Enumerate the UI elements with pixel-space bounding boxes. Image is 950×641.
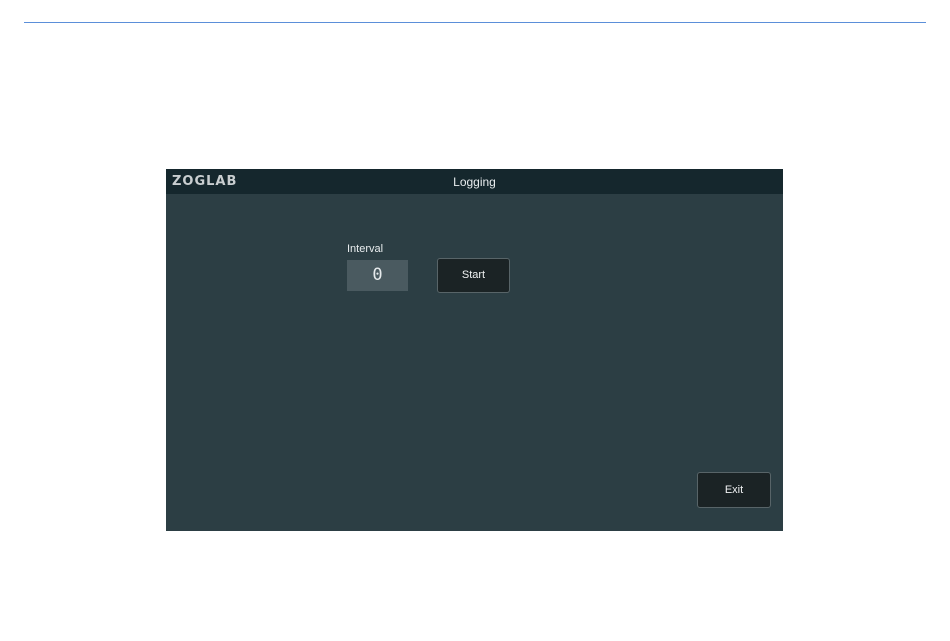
interval-label: Interval [347, 243, 384, 255]
start-button[interactable]: Start [437, 258, 510, 293]
device-screen: ZOGLAB Logging Interval 0 Start Exit [166, 169, 783, 531]
screen-title: Logging [453, 175, 496, 189]
interval-input[interactable]: 0 [347, 260, 408, 291]
exit-button[interactable]: Exit [697, 472, 771, 508]
top-divider [24, 22, 926, 23]
title-bar: ZOGLAB Logging [166, 169, 783, 194]
